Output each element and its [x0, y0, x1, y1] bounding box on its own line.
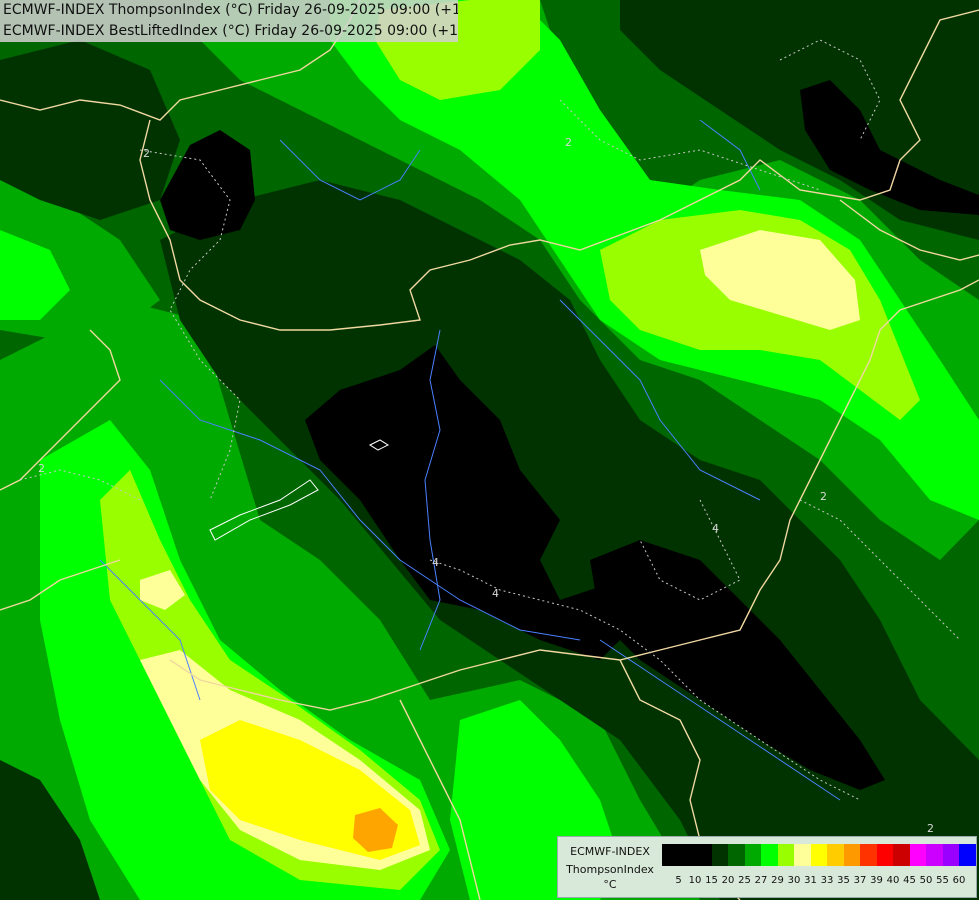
legend-tick-label: 27 — [754, 875, 768, 886]
legend-swatch — [711, 844, 728, 866]
legend-swatch — [959, 844, 976, 866]
legend-tick-label: 55 — [936, 875, 949, 886]
legend-tick-label: 45 — [903, 875, 916, 886]
legend-tick-label: 50 — [919, 875, 933, 886]
legend-swatch — [942, 844, 959, 866]
legend-tick-label: 25 — [738, 875, 751, 886]
legend-tick-label: 15 — [705, 875, 718, 886]
contour-label: 2 — [143, 147, 150, 160]
legend-unit: °C — [603, 878, 617, 891]
legend-swatch — [810, 844, 827, 866]
legend-swatch — [744, 844, 761, 866]
weather-map: 2 2 2 2 4 4 4 2 — [0, 0, 979, 900]
legend-tick-label: 40 — [886, 875, 900, 886]
legend-tick-label: 5 — [675, 875, 682, 886]
legend-swatch — [695, 844, 712, 866]
legend-tick-label: 30 — [787, 875, 801, 886]
legend-tick-label: 35 — [837, 875, 850, 886]
legend-tick-label: 10 — [688, 875, 702, 886]
color-legend: ECMWF-INDEX ThompsonIndex °C 5 10 15 20 25 27… — [557, 836, 977, 898]
contour-label: 4 — [712, 522, 719, 535]
legend-tick-label: 39 — [870, 875, 883, 886]
legend-color-bar — [662, 844, 976, 866]
map-title-thompson-index: ECMWF-INDEX ThompsonIndex (°C) Friday 26… — [0, 0, 458, 21]
legend-swatch — [926, 844, 943, 866]
contour-label: 4 — [492, 587, 499, 600]
contour-label: 4 — [432, 556, 439, 569]
contour-label: 2 — [820, 490, 827, 503]
legend-swatch — [827, 844, 844, 866]
contour-label: 2 — [565, 136, 572, 149]
legend-swatch — [843, 844, 860, 866]
legend-tick-label: 20 — [721, 875, 735, 886]
legend-tick-label: 29 — [771, 875, 784, 886]
legend-tick-label: 37 — [853, 875, 867, 886]
legend-model-name: ECMWF-INDEX — [570, 845, 650, 858]
map-title-best-lifted-index: ECMWF-INDEX BestLiftedIndex (°C) Friday … — [0, 21, 458, 42]
contour-label: 2 — [38, 462, 45, 475]
legend-parameter-name: ThompsonIndex — [566, 863, 654, 876]
legend-tick-labels: 5 10 15 20 25 27 29 30 31 33 35 37 39 40 45 50 55 60 — [662, 875, 979, 889]
legend-swatch — [794, 844, 811, 866]
legend-tick-label: 31 — [804, 875, 817, 886]
contour-label: 2 — [927, 822, 934, 835]
legend-swatch — [761, 844, 778, 866]
legend-swatch — [893, 844, 910, 866]
legend-tick-label: 33 — [820, 875, 834, 886]
legend-swatch — [909, 844, 926, 866]
legend-swatch — [860, 844, 877, 866]
legend-swatch — [662, 844, 679, 866]
legend-swatch — [678, 844, 695, 866]
legend-swatch — [777, 844, 794, 866]
map-view: 2 2 2 2 4 4 4 2 ECMWF-INDEX ThompsonInde… — [0, 0, 979, 900]
legend-swatch — [728, 844, 745, 866]
legend-swatch — [876, 844, 893, 866]
legend-tick-label: 60 — [952, 875, 966, 886]
